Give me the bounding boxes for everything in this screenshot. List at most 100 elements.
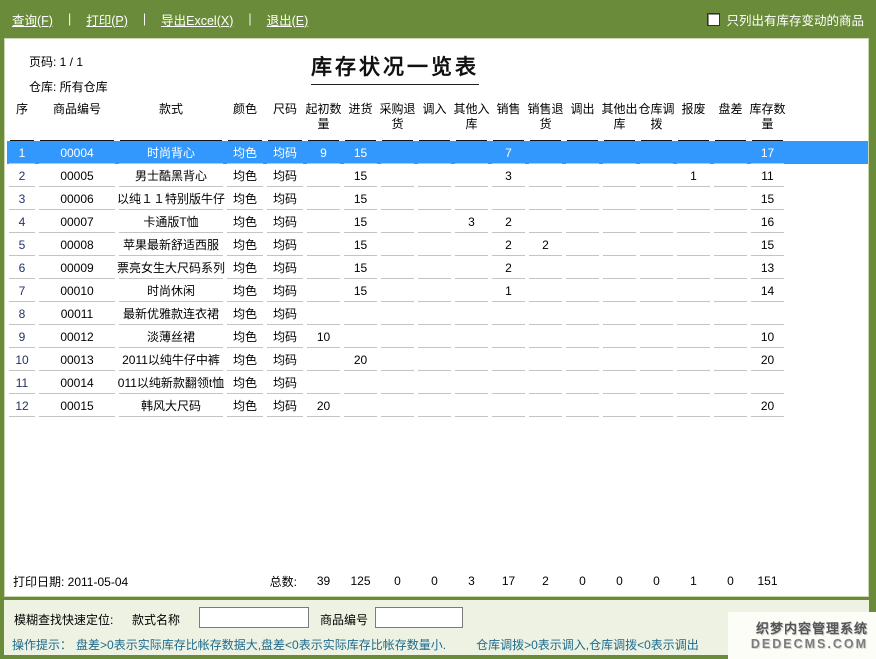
menu-item-4[interactable]: 退出(E) [267,10,309,29]
table-cell: 00010 [37,279,117,302]
table-cell [638,348,675,371]
menu-item-1[interactable]: 查询(F) [12,10,53,29]
table-cell: 11 [7,371,37,394]
table-row[interactable]: 100004时尚背心均色均码915717 [7,141,868,164]
table-cell [712,141,749,164]
column-header-filler [786,99,868,141]
table-cell [675,233,712,256]
table-cell [527,164,564,187]
table-cell: 1 [490,279,527,302]
menu-item-2[interactable]: 打印(P) [86,10,128,29]
table-cell: 00006 [37,187,117,210]
table-cell: 20 [342,348,379,371]
table-cell [675,279,712,302]
table-row[interactable]: 300006以纯１１特别版牛仔均色均码1515 [7,187,868,210]
table-cell [601,164,638,187]
table-cell [416,233,453,256]
table-cell: 10 [749,325,786,348]
table-row[interactable]: 200005男士酷黑背心均色均码153111 [7,164,868,187]
table-cell: 韩风大尺码 [117,394,225,417]
table-cell: 00009 [37,256,117,279]
table-cell [601,141,638,164]
report-title: 库存状况一览表 [311,51,479,85]
table-cell [601,302,638,325]
table-cell: 2 [490,233,527,256]
table-cell: 均色 [225,394,265,417]
table-row[interactable]: 1100014011以纯新款翻领t恤均色均码 [7,371,868,394]
table-row[interactable]: 600009票亮女生大尺码系列均色均码15213 [7,256,868,279]
table-cell [527,348,564,371]
table-cell: 均色 [225,256,265,279]
table-cell [416,279,453,302]
table-cell: 均色 [225,164,265,187]
warehouse-label: 仓库: 所有仓库 [29,78,108,95]
table-cell [379,279,416,302]
column-header: 调出 [564,99,601,141]
table-row[interactable]: 500008苹果最新舒适西服均色均码152215 [7,233,868,256]
table-row[interactable]: 900012淡薄丝裙均色均码1010 [7,325,868,348]
table-cell: 均码 [265,256,305,279]
table-cell: 票亮女生大尺码系列 [117,256,225,279]
table-cell: 17 [749,141,786,164]
table-cell: 均码 [265,141,305,164]
table-cell: 2 [490,210,527,233]
filter-stock-change-checkbox[interactable]: 只列出有库存变动的商品 [707,10,864,29]
table-row[interactable]: 800011最新优雅款连衣裙均色均码 [7,302,868,325]
table-cell: 7 [7,279,37,302]
table-row[interactable]: 10000132011以纯牛仔中裤均色均码2020 [7,348,868,371]
table-cell: 男士酷黑背心 [117,164,225,187]
total-value: 0 [638,570,675,592]
total-value: 0 [379,570,416,592]
table-cell: 00014 [37,371,117,394]
table-cell: 均码 [265,187,305,210]
checkbox-icon[interactable] [707,13,720,26]
column-header: 盘差 [712,99,749,141]
table-cell: 00004 [37,141,117,164]
table-row[interactable]: 400007卡通版T恤均色均码153216 [7,210,868,233]
inventory-table: 序商品编号款式颜色尺码起初数量进货采购退货调入其他入库销售销售退货调出其他出库仓… [7,99,868,417]
table-cell: 2 [7,164,37,187]
table-cell: 15 [749,233,786,256]
table-cell [453,394,490,417]
table-cell [490,394,527,417]
table-cell: 均码 [265,394,305,417]
table-cell: 均色 [225,141,265,164]
product-code-label: 商品编号 [320,611,368,628]
table-row[interactable]: 700010时尚休闲均色均码15114 [7,279,868,302]
column-header: 进货 [342,99,379,141]
table-cell: 12 [7,394,37,417]
table-cell [601,394,638,417]
table-cell: 淡薄丝裙 [117,325,225,348]
table-cell [342,302,379,325]
table-cell: 00015 [37,394,117,417]
table-cell [527,302,564,325]
table-cell: 011以纯新款翻领t恤 [117,371,225,394]
table-cell-filler [786,302,868,325]
menu-separator: | [143,12,146,26]
hint-pancha: 盘差>0表示实际库存比帐存数据大,盘差<0表示实际库存比帐存数量小. [76,638,446,652]
table-cell: 9 [7,325,37,348]
product-code-input[interactable] [375,607,463,628]
table-cell [379,141,416,164]
table-cell-filler [786,394,868,417]
table-cell [490,187,527,210]
style-name-input[interactable] [199,607,309,628]
table-cell [453,164,490,187]
table-cell [564,348,601,371]
table-cell: 20 [749,394,786,417]
menu-separator: | [248,12,251,26]
table-cell [527,325,564,348]
watermark-en: DEDECMS.COM [728,637,868,651]
table-cell [564,325,601,348]
table-cell [638,302,675,325]
menu-separator: | [68,12,71,26]
table-cell: 最新优雅款连衣裙 [117,302,225,325]
column-header: 采购退货 [379,99,416,141]
table-row[interactable]: 1200015韩风大尺码均色均码2020 [7,394,868,417]
menu-item-3[interactable]: 导出Excel(X) [161,10,233,29]
table-cell-filler [786,164,868,187]
table-cell [305,279,342,302]
table-cell [712,187,749,210]
table-cell: 时尚休闲 [117,279,225,302]
table-cell [675,394,712,417]
